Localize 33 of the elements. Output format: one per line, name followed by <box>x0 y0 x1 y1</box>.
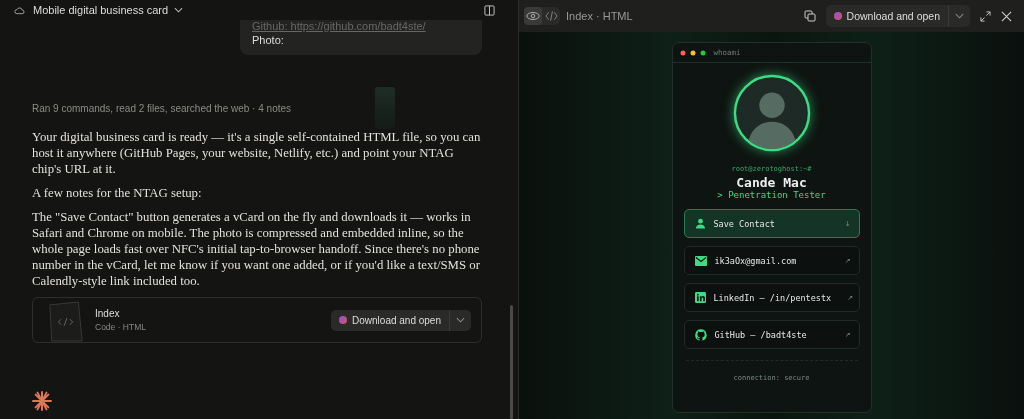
response-paragraph: A few notes for the NTAG setup: <box>32 185 203 201</box>
message-line: Github: https://github.com/badt4ste/ <box>252 20 427 33</box>
message-line: Photo: <box>252 33 285 47</box>
sidebar-toggle-icon[interactable] <box>484 4 495 16</box>
caret-icon <box>955 13 964 19</box>
cloud-icon <box>14 5 25 15</box>
activity-summary[interactable]: Ran 9 commands, read 2 files, searched the web · 4 notes <box>32 102 375 114</box>
caret-icon <box>174 7 184 13</box>
response-paragraph: Your digital business card is ready — it's a single self-contained HTML file, so you can host it anywhere (GitHub Pages, your website, Netlify, etc.) and point your NTAG chip's URL at it. <box>32 129 482 177</box>
person-icon <box>694 218 706 229</box>
response-paragraph: The "Save Contact" button generates a vCard on the fly and downloads it — works in Safari and Chrome on mobile. The photo is compressed and embedded inline, so the whole page loads fast over NFC's initial tap-to-browser handoff. Since there's no phone number in the vCard, let me know if you want one added, or if you'd like a text/SMS or Calendly-style link included too. <box>32 209 481 289</box>
contact-role: > Penetration Tester <box>717 190 826 200</box>
caret-icon <box>456 317 465 323</box>
copy-icon[interactable] <box>803 10 816 22</box>
linkedin-icon <box>694 292 706 303</box>
artifact-name: Index <box>95 308 121 319</box>
eye-icon <box>526 11 540 21</box>
window-dots-icon <box>679 49 706 56</box>
preview-thumbnail[interactable] <box>375 87 395 129</box>
code-file-icon <box>47 300 85 342</box>
scrollbar[interactable] <box>510 305 513 419</box>
close-icon[interactable] <box>1001 10 1012 22</box>
code-icon <box>544 11 558 21</box>
expand-icon[interactable] <box>980 10 991 22</box>
starburst-logo-icon <box>32 391 52 411</box>
artifact-card[interactable]: Index Code · HTML Download and open <box>32 297 482 343</box>
artifact-type: Code · HTML <box>95 322 146 332</box>
preview-title: Index · HTML <box>566 10 633 22</box>
preview-tab[interactable] <box>524 7 542 25</box>
contact-name: Cande Mac <box>736 175 807 190</box>
chat-title-dropdown[interactable]: Mobile digital business card <box>33 4 184 16</box>
github-icon <box>694 328 707 341</box>
mail-icon <box>694 255 707 266</box>
